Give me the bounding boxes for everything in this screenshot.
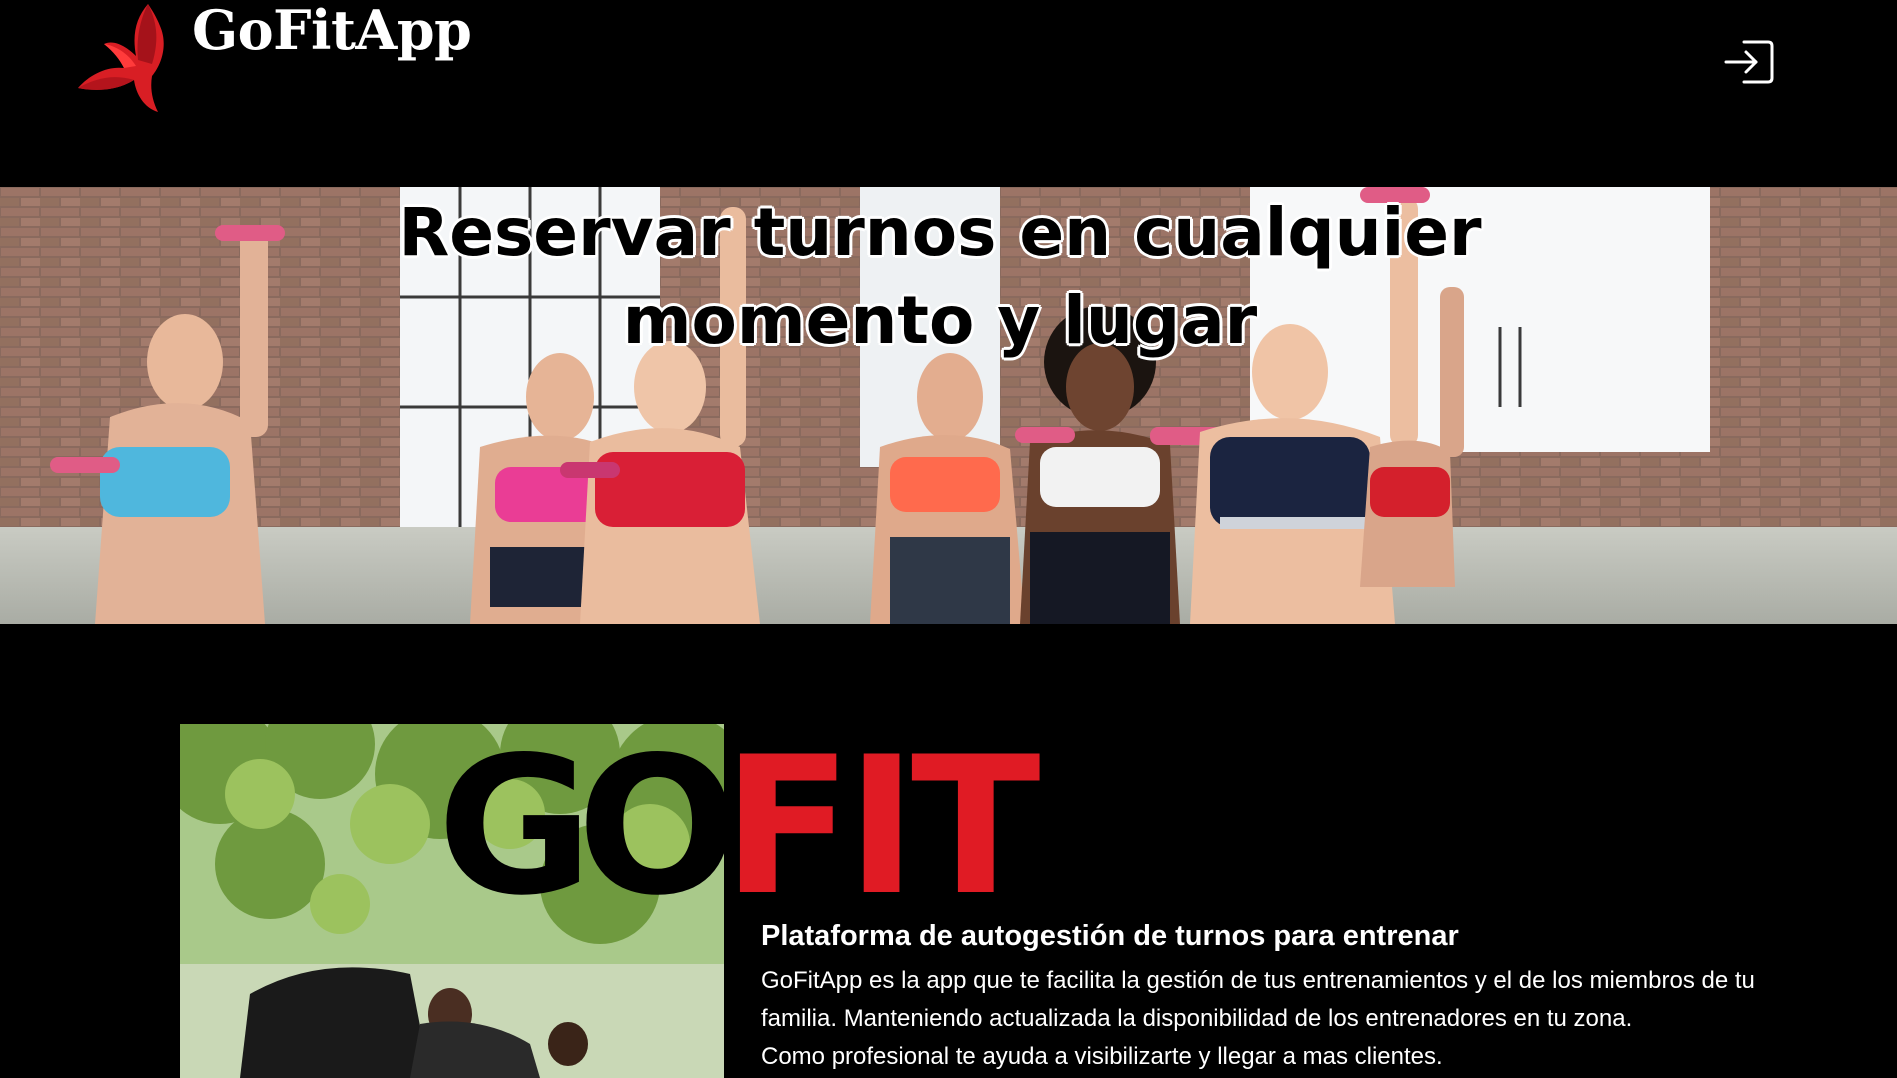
gofit-logo-go: GO	[437, 716, 739, 937]
brand-link[interactable]: GoFitApp	[78, 0, 472, 112]
about-paragraph-1: GoFitApp es la app que te facilita la ge…	[761, 967, 1755, 1032]
hero-title: Reservar turnos en cualquier momento y l…	[398, 194, 1482, 359]
gofit-logo: GOFIT	[437, 732, 1041, 922]
butterfly-logo-icon	[78, 4, 164, 112]
hero-banner: Reservar turnos en cualquier momento y l…	[0, 187, 1897, 624]
about-paragraph-2: Como profesional te ayuda a visibilizart…	[761, 1043, 1443, 1070]
navbar: GoFitApp	[0, 0, 1897, 187]
gofit-logo-fit: FIT	[722, 716, 1040, 937]
brand-name: GoFitApp	[192, 0, 472, 62]
about-section: GOFIT Plataforma de autogestión de turno…	[0, 624, 1897, 1078]
login-icon[interactable]	[1722, 34, 1778, 90]
about-text: Plataforma de autogestión de turnos para…	[761, 918, 1821, 1076]
about-heading: Plataforma de autogestión de turnos para…	[761, 920, 1459, 952]
